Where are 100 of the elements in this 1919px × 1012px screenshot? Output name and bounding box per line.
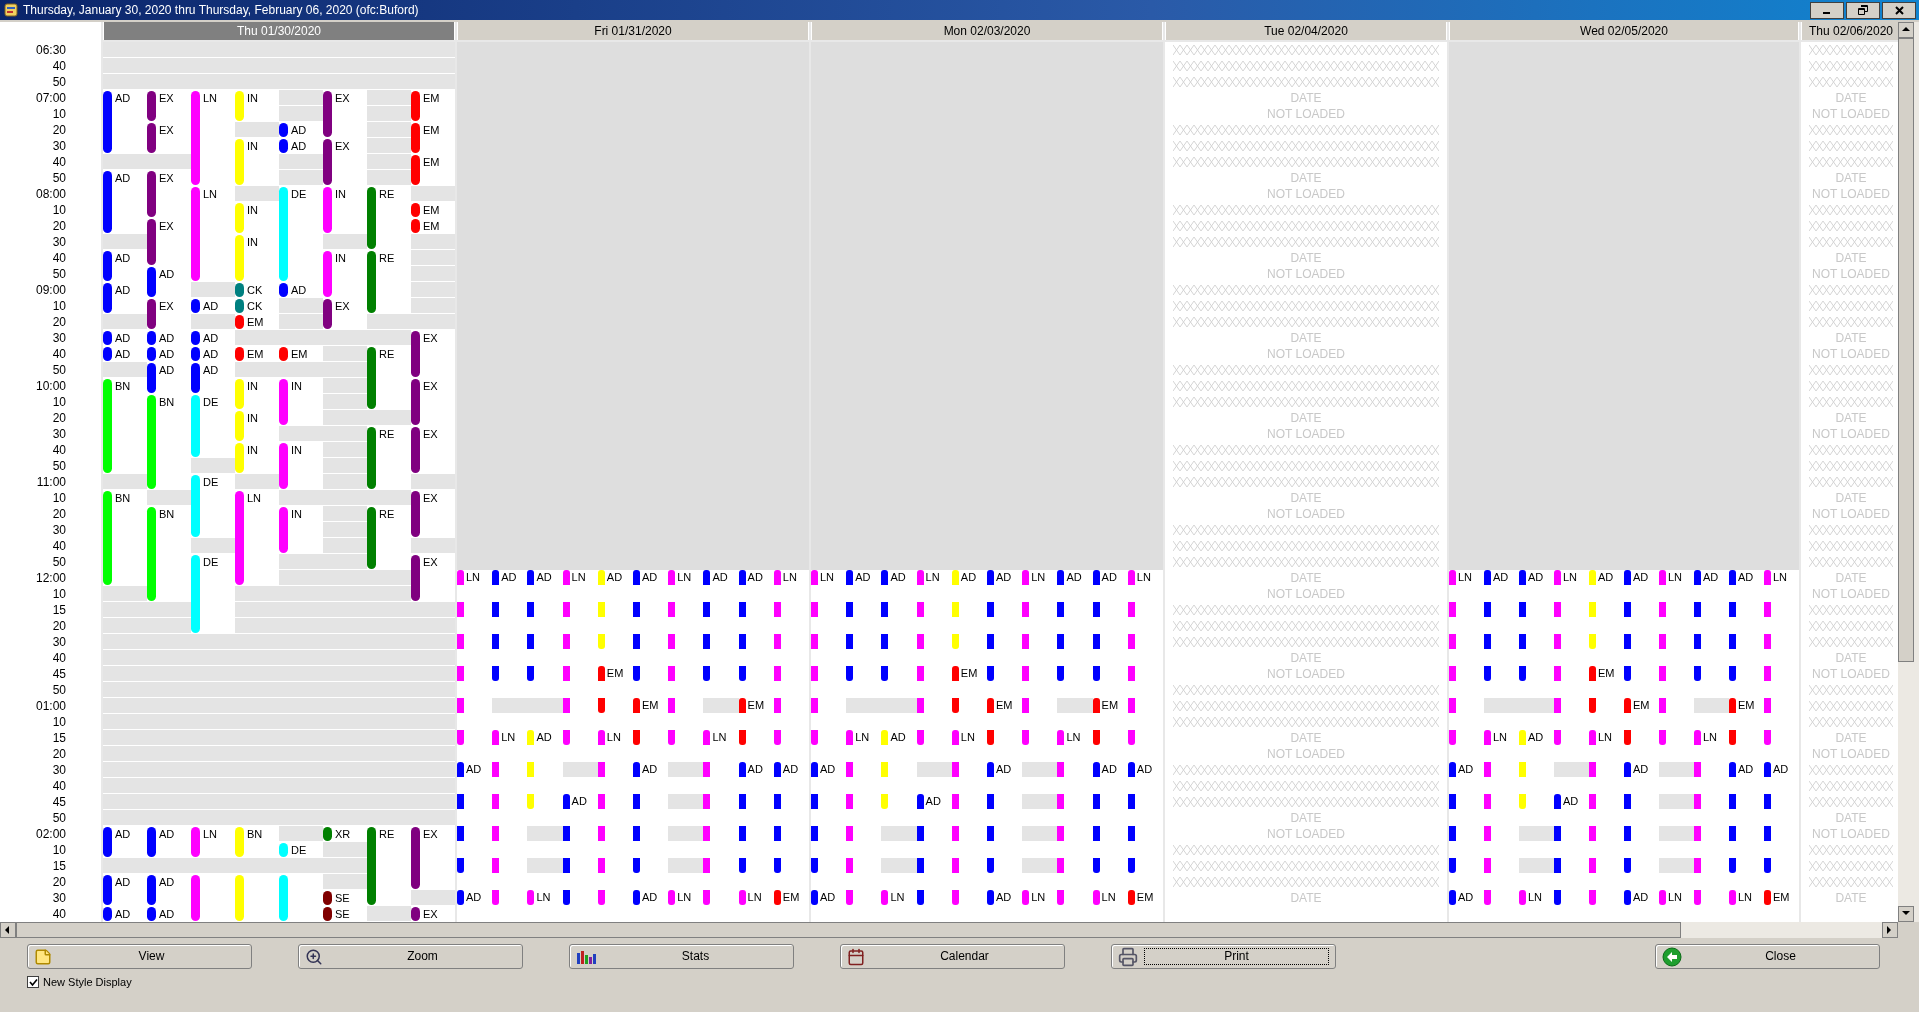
appointment-code: EM [996, 698, 1013, 713]
time-label: 40 [52, 650, 66, 666]
appointment-code: LN [1493, 730, 1508, 745]
appointment-code: EX [423, 331, 438, 346]
appointment-code: AD [115, 91, 131, 106]
appointment-code: LN [1458, 570, 1473, 585]
appointment-code: RE [379, 827, 395, 842]
appointment-code: EM [1773, 890, 1790, 905]
appointment-code: IN [247, 91, 258, 106]
appointment-code: LN [1066, 730, 1081, 745]
appointment-code: LN [782, 570, 797, 585]
appointment-code: AD [1528, 570, 1544, 585]
time-label: 10 [52, 842, 66, 858]
appointment-code: IN [291, 443, 302, 458]
appointment-code: EX [423, 379, 438, 394]
appointment-code: AD [1528, 730, 1544, 745]
appointment-code: AD [890, 570, 906, 585]
appointment-code: AD [960, 570, 977, 585]
view-button[interactable]: View [27, 944, 252, 969]
calendar-button[interactable]: Calendar [840, 944, 1065, 969]
appointment-code: EM [291, 347, 308, 362]
appointment-code: AD [1458, 890, 1474, 905]
zoom-button[interactable]: Zoom [298, 944, 523, 969]
appointment-code: AD [291, 123, 307, 138]
time-label: 06:30 [35, 42, 66, 58]
day-header[interactable]: Mon 02/03/2020 [811, 22, 1163, 40]
appointment-code: EM [960, 666, 978, 681]
appointment-code: IN [247, 443, 258, 458]
appointment-code: LN [1703, 730, 1718, 745]
appointment-code: EX [159, 123, 174, 138]
appointment-code: AD [820, 890, 836, 905]
appointment-code: DE [203, 555, 219, 570]
appointment-code: EX [335, 139, 350, 154]
time-label: 15 [52, 858, 66, 874]
appointment-code: AD [1493, 570, 1509, 585]
appointment-code: LN [501, 730, 516, 745]
appointment-code: AD [642, 890, 658, 905]
appointment-code: AD [536, 570, 552, 585]
time-label: 40 [52, 250, 66, 266]
appointment-code: CK [247, 299, 263, 314]
appointment-code: AD [1136, 762, 1153, 777]
time-label: 30 [52, 330, 66, 346]
time-label: 10 [52, 394, 66, 410]
time-label: 30 [52, 138, 66, 154]
appointment-code: LN [890, 890, 905, 905]
time-label: 30 [52, 890, 66, 906]
appointment-code: LN [1668, 570, 1683, 585]
appointment-code: AD [642, 762, 658, 777]
day-header[interactable]: Thu 01/30/2020 [103, 22, 455, 40]
appointment-code: BN [115, 379, 131, 394]
day-header[interactable]: Wed 02/05/2020 [1449, 22, 1799, 40]
appointment-code: LN [1528, 890, 1543, 905]
appointment-code: EX [159, 171, 174, 186]
time-label: 30 [52, 522, 66, 538]
appointment-code: AD [606, 570, 623, 585]
appointment-code: LN [466, 570, 481, 585]
appointment-code: LN [855, 730, 870, 745]
appointment-code: DE [291, 187, 307, 202]
appointment-code: LN [203, 187, 218, 202]
appointment-code: SE [335, 907, 350, 922]
day-header[interactable]: Tue 02/04/2020 [1165, 22, 1447, 40]
appointment-code: LN [1738, 890, 1753, 905]
time-label: 10 [52, 714, 66, 730]
time-label: 45 [52, 666, 66, 682]
appointment-code: AD [712, 570, 728, 585]
appointment-code: IN [247, 203, 258, 218]
print-button[interactable]: Print [1111, 944, 1336, 969]
appointment-code: AD [159, 875, 175, 890]
appointment-code: AD [855, 570, 871, 585]
appointment-code: IN [247, 411, 258, 426]
close-button[interactable]: Close [1655, 944, 1880, 969]
appointment-code: AD [501, 570, 517, 585]
time-label: 40 [52, 154, 66, 170]
day-header[interactable]: Fri 01/31/2020 [457, 22, 809, 40]
appointment-code: IN [247, 379, 258, 394]
appointment-code: EM [747, 698, 765, 713]
appointment-code: EX [335, 91, 350, 106]
time-label: 10 [52, 106, 66, 122]
appointment-code: CK [247, 283, 263, 298]
appointment-code: EX [159, 299, 174, 314]
appointment-code: AD [1703, 570, 1719, 585]
appointment-code: AD [203, 299, 219, 314]
time-label: 40 [52, 346, 66, 362]
time-label: 30 [52, 234, 66, 250]
appointment-code: IN [247, 235, 258, 250]
stats-button[interactable]: Stats [569, 944, 794, 969]
appointment-code: EX [335, 299, 350, 314]
time-label: 10 [52, 586, 66, 602]
time-label: 30 [52, 426, 66, 442]
appointment-code: BN [159, 395, 175, 410]
appointment-code: AD [996, 570, 1012, 585]
time-label: 40 [52, 58, 66, 74]
appointment-code: DE [291, 843, 307, 858]
appointment-code: AD [159, 827, 175, 842]
time-label: 20 [52, 746, 66, 762]
appointment-code: AD [571, 794, 587, 809]
day-header[interactable]: Thu 02/06/2020 [1801, 22, 1901, 40]
appointment-code: RE [379, 347, 395, 362]
time-label: 01:00 [35, 698, 66, 714]
time-label: 20 [52, 618, 66, 634]
